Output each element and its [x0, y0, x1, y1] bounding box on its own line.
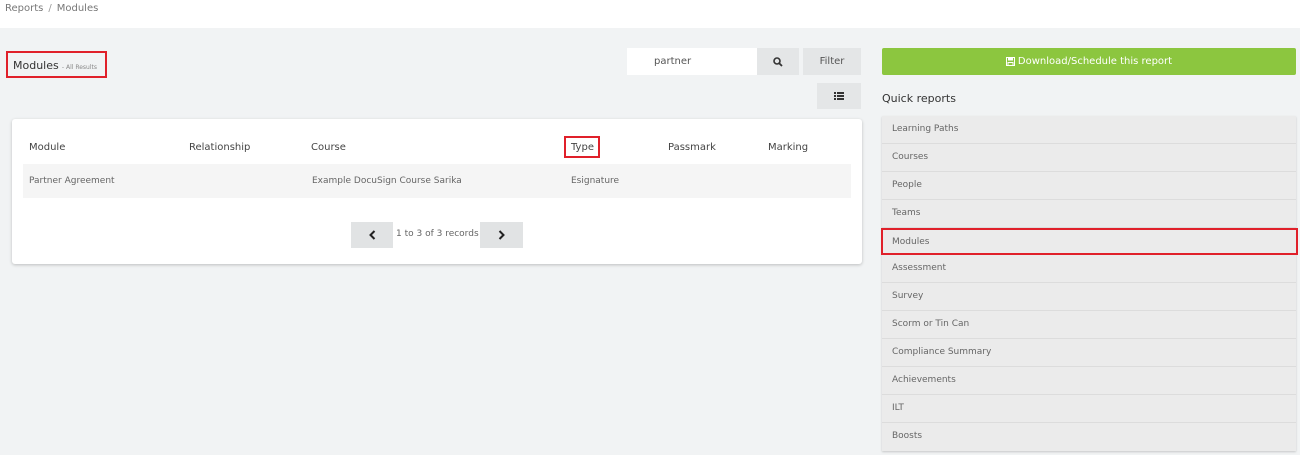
search-input[interactable] [627, 48, 757, 75]
quick-report-survey[interactable]: Survey [882, 283, 1296, 312]
quick-report-scorm-tin-can[interactable]: Scorm or Tin Can [882, 311, 1296, 340]
breadcrumb-separator: / [48, 3, 52, 14]
quick-reports-heading: Quick reports [882, 92, 956, 105]
breadcrumb-item-reports[interactable]: Reports [5, 3, 43, 14]
quick-report-boosts[interactable]: Boosts [882, 423, 1296, 451]
quick-reports-list: Learning Paths Courses People Teams Modu… [881, 116, 1298, 451]
quick-report-ilt[interactable]: ILT [882, 395, 1296, 423]
list-view-button[interactable] [817, 83, 861, 109]
pagination-text: 1 to 3 of 3 records [396, 229, 479, 239]
cell-module: Partner Agreement [29, 176, 115, 186]
download-label: Download/Schedule this report [1017, 56, 1173, 67]
quick-report-compliance-summary[interactable]: Compliance Summary [882, 339, 1296, 368]
page-title: Modules [13, 59, 59, 72]
previous-page-button[interactable] [351, 222, 393, 248]
breadcrumb-item-modules: Modules [56, 3, 99, 14]
column-header-course[interactable]: Course [311, 142, 346, 153]
chevron-right-icon [498, 230, 505, 240]
type-header-highlight [564, 136, 600, 158]
download-schedule-button[interactable]: Download/Schedule this report [882, 48, 1296, 75]
quick-report-courses[interactable]: Courses [882, 144, 1296, 172]
column-header-module[interactable]: Module [29, 142, 65, 153]
chevron-left-icon [368, 230, 376, 240]
quick-report-people[interactable]: People [882, 172, 1296, 200]
column-header-relationship[interactable]: Relationship [189, 142, 250, 153]
results-card: Module Relationship Course Type Passmark… [12, 119, 862, 264]
page-subtitle: - All Results [61, 64, 98, 71]
top-bar: Reports / Modules [0, 0, 1300, 28]
column-header-marking[interactable]: Marking [768, 142, 808, 153]
breadcrumb: Reports / Modules [5, 3, 98, 14]
quick-report-learning-paths[interactable]: Learning Paths [882, 116, 1296, 144]
quick-report-achievements[interactable]: Achievements [882, 367, 1296, 395]
filter-button[interactable]: Filter [803, 48, 861, 75]
cell-type: Esignature [571, 176, 620, 186]
list-icon [834, 92, 844, 100]
column-header-passmark[interactable]: Passmark [668, 142, 716, 153]
search-icon [773, 56, 783, 67]
quick-report-assessment[interactable]: Assessment [882, 255, 1296, 284]
page-title-box: Modules - All Results [6, 51, 107, 78]
next-page-button[interactable] [480, 222, 523, 248]
search-button[interactable] [757, 48, 799, 75]
quick-report-teams[interactable]: Teams [882, 200, 1296, 228]
save-icon [1005, 57, 1015, 66]
table-row[interactable]: Partner Agreement Example DocuSign Cours… [23, 164, 851, 198]
quick-report-modules[interactable]: Modules [881, 227, 1298, 256]
cell-course: Example DocuSign Course Sarika [312, 176, 462, 186]
